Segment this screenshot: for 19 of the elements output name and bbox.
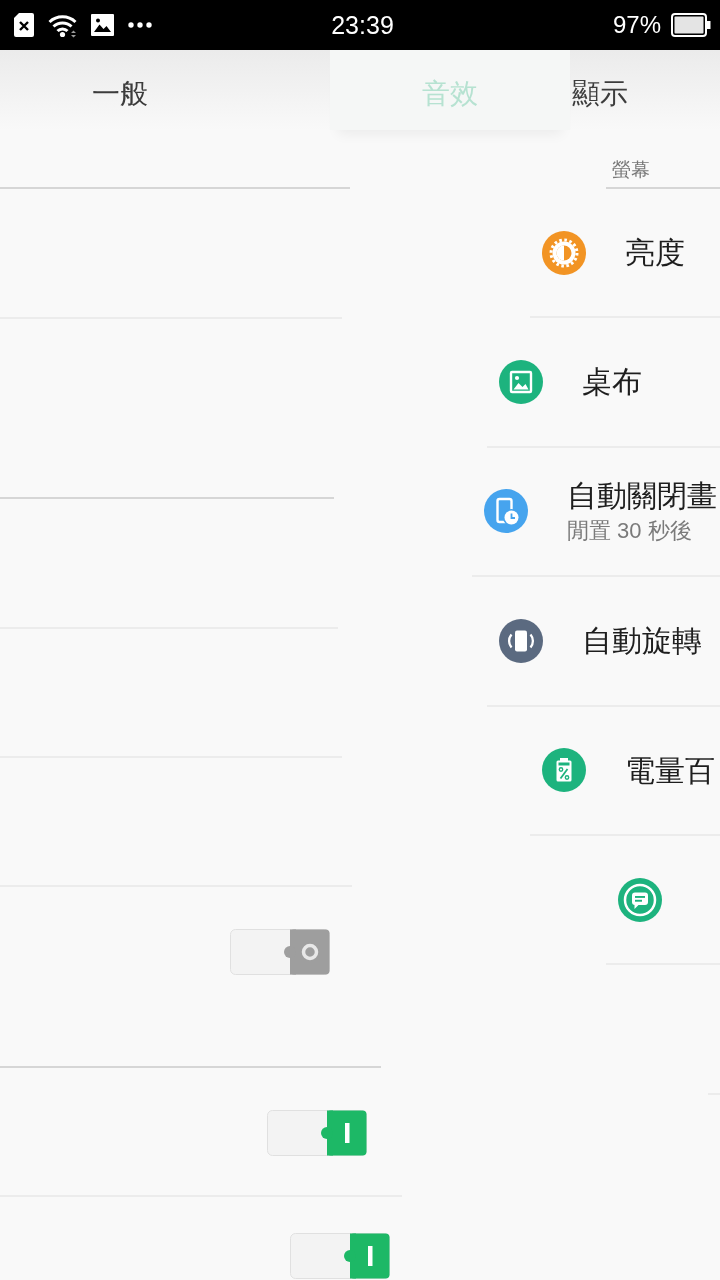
battery-icon bbox=[671, 13, 711, 37]
tab[interactable]: 一般 bbox=[0, 50, 240, 130]
section-header: 螢幕 bbox=[612, 159, 650, 182]
item-title[interactable]: 電量百 bbox=[625, 751, 715, 789]
clock-time: 23:39 bbox=[331, 12, 394, 38]
image-icon bbox=[91, 14, 114, 36]
toggle-switch[interactable] bbox=[290, 1233, 390, 1279]
toggle-switch[interactable] bbox=[267, 1110, 367, 1156]
battery-percentage: 97% bbox=[612, 13, 661, 37]
item-subtitle: 閒置 30 秒後 bbox=[567, 516, 693, 545]
item-title[interactable]: 亮度 bbox=[625, 233, 685, 272]
sd-card-icon bbox=[14, 13, 34, 37]
item-title[interactable]: 自動旋轉 bbox=[582, 622, 702, 660]
more-dots-icon bbox=[128, 22, 152, 28]
item-title[interactable]: 自動關閉畫 bbox=[567, 477, 717, 515]
tab[interactable]: 顯示 bbox=[570, 50, 628, 130]
toggle-switch[interactable] bbox=[230, 929, 330, 975]
item-title[interactable]: 桌布 bbox=[582, 363, 642, 401]
wifi-icon bbox=[48, 12, 77, 38]
